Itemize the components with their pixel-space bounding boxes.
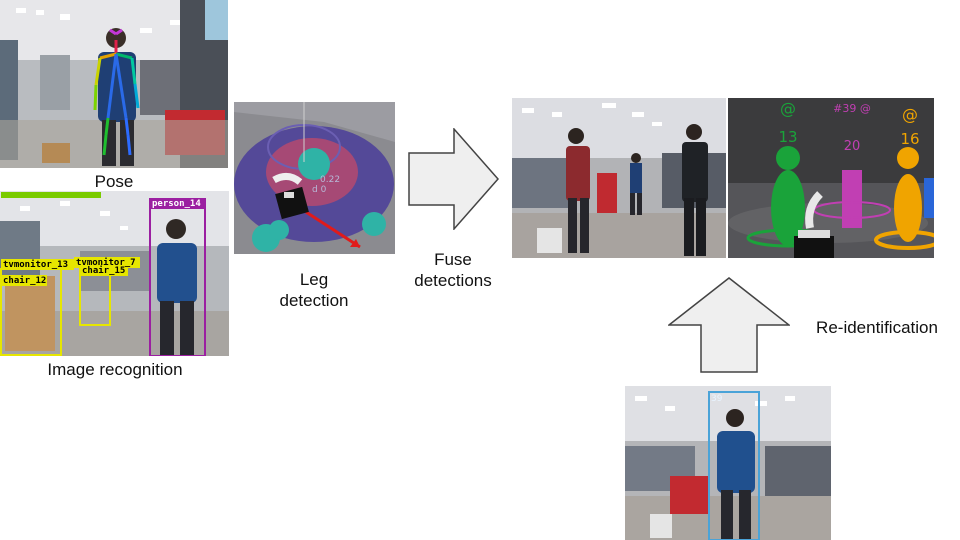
leg-caption-line1: Leg (299, 270, 329, 289)
marker-2-id: 20 (844, 139, 861, 154)
fuse-caption-line1: Fuse (434, 250, 472, 269)
leg-overlay-text-a: 0.22 (320, 175, 340, 185)
leg-overlay-text-b: d 0 (312, 185, 327, 195)
marker-3-label: @ (902, 105, 918, 124)
marker-3-id: 16 (900, 130, 919, 148)
fuse-caption: Fuse detections (400, 249, 506, 291)
reid-caption: Re-identification (816, 318, 938, 337)
marker-1-id: 13 (778, 128, 797, 146)
marker-1-label: @ (780, 99, 796, 118)
marker-2-label: #39 @ (833, 102, 871, 115)
fuse-caption-line2: detections (414, 271, 492, 290)
image-recognition-image: person_14 tvmonitor_13 tvmonitor_7 chair… (0, 191, 229, 356)
tvmonitor-label-a: tvmonitor_13 (3, 259, 68, 270)
reid-arrow (668, 277, 790, 373)
person-detection-label: person_14 (152, 199, 201, 209)
chair-label-b: chair_12 (3, 275, 46, 286)
leg-detection-image: 0.22 d 0 (234, 102, 395, 254)
rviz-tracking-image: @ 13 #39 @ 20 @ 16 (728, 98, 934, 258)
fused-camera-image (512, 98, 726, 258)
chair-label-a: chair_15 (82, 265, 125, 276)
leg-caption-line2: detection (279, 291, 349, 310)
leg-detection-caption: Leg detection (254, 269, 374, 311)
pose-caption: Pose (94, 172, 134, 191)
fuse-arrow (408, 128, 500, 230)
pose-image (0, 0, 228, 168)
reid-image: 39 (625, 386, 831, 540)
reid-box-id: 39 (711, 394, 723, 404)
image-recognition-caption: Image recognition (47, 360, 183, 379)
